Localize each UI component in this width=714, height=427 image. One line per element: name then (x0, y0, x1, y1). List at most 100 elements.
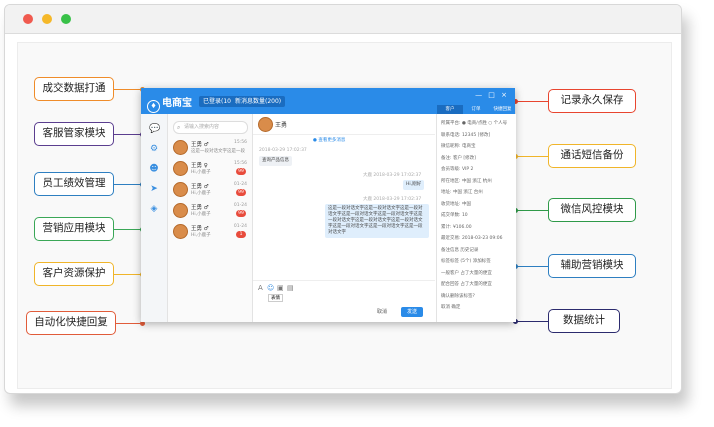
feature-label-left: 客户资源保护 (34, 262, 114, 286)
chat-header: 王勇 (253, 114, 435, 135)
message-time: 大鹿 2018-03-29 17:02:37 (363, 173, 422, 178)
chat-panel: 王勇 ● 查看更多消息 2018-03-29 17:02:37 查询产品信息 大… (253, 114, 435, 322)
feature-label-left: 自动化快捷回复 (26, 311, 116, 335)
minimize-dot-icon[interactable] (42, 14, 52, 24)
message-bubble: 查询产品信息 (259, 156, 292, 166)
maximize-dot-icon[interactable] (61, 14, 71, 24)
avatar (173, 140, 188, 155)
feature-label-right: 辅助营销模块 (548, 254, 636, 278)
contact-list-item[interactable]: 王勇 ♂ Hi,小鹿子 01-24 99 (171, 201, 249, 221)
tab-customer[interactable]: 客户 (437, 105, 463, 114)
connector-line (515, 156, 548, 157)
customer-info-row: 取消 确定 (441, 305, 461, 310)
connector-line (515, 266, 548, 267)
customer-info-row: 地址: 中国 浙江 台州 (441, 190, 483, 195)
logo-icon: ♦ (147, 100, 160, 113)
contact-name: 王勇 ♂ (191, 205, 209, 211)
feature-label-right: 记录永久保存 (548, 89, 636, 113)
feature-label-right: 微信风控模块 (548, 198, 636, 222)
avatar (258, 117, 273, 132)
avatar (173, 161, 188, 176)
connector-line (515, 210, 548, 211)
message-time: 2018-03-29 17:02:37 (259, 148, 307, 153)
connector-line (114, 184, 142, 185)
connector-line (116, 323, 142, 324)
customer-info-row: 微信昵称: 电商宝 (441, 144, 476, 149)
settings-icon[interactable]: ⚙ (149, 144, 159, 154)
contact-name: 王勇 ♂ (191, 142, 209, 148)
contact-time: 01-24 (233, 203, 247, 208)
customer-info-row: 备注: 客户 [修改] (441, 155, 476, 161)
contact-time: 01-24 (233, 224, 247, 229)
app-window: ♦ 电商宝 已登录(100) 新消息数量(200) — □ × 💬 ⚙ ☻ ➤ ◈… (141, 88, 516, 322)
tab-orders[interactable]: 订单 (463, 105, 489, 114)
customer-info-panel: 客户 订单 快捷回复 所属平台: ● 电商/点胜 ○ 个人号 联系电话: 1234… (436, 105, 516, 322)
font-icon[interactable]: A (258, 284, 263, 292)
window-titlebar (5, 5, 681, 34)
send-icon[interactable]: ➤ (149, 184, 159, 194)
contact-time: 15:56 (234, 140, 247, 145)
customer-info-row: 所在地区: 中国 浙江 杭州 (441, 178, 492, 184)
search-input[interactable]: ⌕ 请输入搜索内容 (173, 121, 248, 134)
search-icon: ⌕ (177, 124, 181, 131)
tab-quick-reply[interactable]: 快捷回复 (489, 105, 516, 114)
contact-last-message: 这是一段对话文字这是一段 (191, 149, 245, 154)
user-icon[interactable]: ☻ (149, 164, 159, 174)
feature-label-left: 成交数据打通 (34, 77, 114, 101)
customer-info-row: 确认删除该标签? (441, 293, 475, 299)
contact-last-message: Hi,小鹿子 (191, 233, 211, 238)
contact-list-item[interactable]: 王勇 ♂ Hi,小鹿子 01-24 99 (171, 180, 249, 200)
app-window-controls[interactable]: — □ × (475, 91, 509, 99)
emoji-tooltip: 表情 (268, 294, 283, 302)
feature-label-right: 通话短信备份 (548, 144, 636, 168)
send-button[interactable]: 发送 (401, 307, 423, 317)
avatar (173, 182, 188, 197)
chat-contact-name: 王勇 (275, 122, 288, 129)
avatar (173, 224, 188, 239)
app-logo: ♦ 电商宝 (147, 94, 192, 113)
customer-info-row: 备注信息 历史记录 (441, 247, 479, 253)
contact-list-item[interactable]: 王勇 ♂ Hi,小鹿子 01-24 1 (171, 222, 249, 242)
contact-last-message: Hi,小鹿子 (191, 191, 211, 196)
connector-line (515, 101, 548, 102)
emoji-icon[interactable]: ☺ (267, 284, 274, 292)
customer-info-row: 最近交易: 2018-03-23 09:06 (441, 236, 503, 241)
connector-line (114, 89, 142, 90)
message-bubble: 这是一段对话文字这是一段对话文字这是一段对话文字这是一段对话文字这是一段对话文字… (325, 204, 429, 238)
unread-badge: 99 (236, 189, 246, 196)
cancel-button[interactable]: 取消 (371, 307, 393, 317)
feature-label-right: 数据统计 (548, 309, 620, 333)
contact-list-item[interactable]: 王勇 ♂ 这是一段对话文字这是一段 15:56 (171, 138, 249, 158)
feature-label-left: 营销应用模块 (34, 217, 114, 241)
connector-line (114, 229, 142, 230)
contact-last-message: Hi,小鹿子 (191, 170, 211, 175)
customer-info-row: 联系电话: 12345 [修改] (441, 132, 491, 138)
file-icon[interactable]: ▤ (287, 284, 294, 292)
contact-time: 15:56 (234, 161, 247, 166)
search-placeholder: 请输入搜索内容 (184, 124, 220, 130)
unread-badge: 1 (236, 231, 246, 238)
contact-list-item[interactable]: 王勇 ♀ Hi,小鹿子 15:56 99 (171, 159, 249, 179)
customer-info-row: 标签标签 (5个) 添加标签 (441, 259, 491, 264)
history-link[interactable]: ● 查看更多消息 (313, 137, 345, 143)
customer-info-row: 配合回答 占了大量的便宜 (441, 282, 492, 287)
connector-line (114, 274, 142, 275)
message-time: 大鹿 2018-03-29 17:02:37 (363, 197, 422, 202)
chat-icon[interactable]: 💬 (149, 124, 160, 134)
contact-name: 王勇 ♂ (191, 184, 209, 190)
message-bubble: Hi,刚好 (403, 180, 425, 190)
close-dot-icon[interactable] (23, 14, 33, 24)
contact-list: ⌕ 请输入搜索内容 王勇 ♂ 这是一段对话文字这是一段 15:56 王勇 ♀ Hi,小鹿子… (168, 114, 253, 322)
customer-info-row: 一般客户 占了大量的便宜 (441, 270, 492, 276)
image-icon[interactable]: ▣ (277, 284, 284, 292)
new-messages-button[interactable]: 新消息数量(200) (231, 96, 286, 107)
unread-badge: 99 (236, 168, 246, 175)
customer-info-row: 累计: ¥106.00 (441, 224, 472, 230)
contact-name: 王勇 ♂ (191, 226, 209, 232)
info-tabs: 客户 订单 快捷回复 (437, 105, 516, 114)
contact-last-message: Hi,小鹿子 (191, 212, 211, 217)
app-logo-text: 电商宝 (162, 98, 192, 109)
contact-time: 01-24 (233, 182, 247, 187)
chat-input-area[interactable]: A ☺ ▣ ▤ 表情 取消 发送 (253, 280, 435, 323)
tag-icon[interactable]: ◈ (149, 204, 159, 214)
